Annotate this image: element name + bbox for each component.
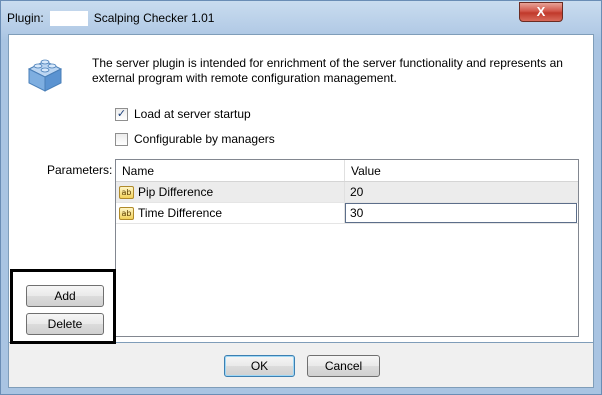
title-prefix: Plugin: — [7, 11, 44, 25]
parameter-value: 20 — [350, 185, 364, 199]
parameter-name: Time Difference — [138, 206, 223, 220]
column-header-name[interactable]: Name — [116, 160, 345, 181]
lego-block-icon — [27, 59, 63, 92]
plugin-description: The server plugin is intended for enrich… — [92, 56, 563, 85]
window-title: Plugin: Scalping Checker 1.01 — [7, 11, 215, 27]
close-icon: X — [536, 4, 546, 19]
parameter-name-cell[interactable]: ab Pip Difference — [116, 182, 345, 202]
close-button[interactable]: X — [519, 2, 563, 22]
table-row[interactable]: ab Time Difference — [116, 203, 578, 224]
configurable-by-managers-checkbox[interactable] — [115, 132, 128, 146]
parameters-label: Parameters: — [47, 163, 113, 177]
parameter-value-cell[interactable]: 20 — [345, 182, 578, 202]
parameter-value-input[interactable] — [345, 203, 577, 223]
redacted-block — [49, 11, 88, 27]
title-bar[interactable]: Plugin: Scalping Checker 1.01 X — [1, 1, 601, 35]
configurable-by-managers-label: Configurable by managers — [134, 132, 275, 146]
parameter-value-cell[interactable] — [345, 203, 578, 223]
parameter-name: Pip Difference — [138, 185, 214, 199]
configurable-by-managers-option[interactable]: Configurable by managers — [115, 131, 275, 147]
load-at-startup-option[interactable]: ✓ Load at server startup — [115, 106, 251, 122]
dialog-footer: OK Cancel — [8, 343, 594, 388]
table-row[interactable]: ab Pip Difference 20 — [116, 182, 578, 203]
load-at-startup-checkbox[interactable]: ✓ — [115, 107, 128, 121]
parameter-name-cell[interactable]: ab Time Difference — [116, 203, 345, 223]
highlight-frame — [10, 269, 116, 344]
string-type-icon: ab — [119, 185, 134, 199]
cancel-button[interactable]: Cancel — [307, 355, 380, 377]
ok-button[interactable]: OK — [224, 355, 295, 377]
string-type-icon: ab — [119, 206, 134, 220]
grid-header: Name Value — [116, 160, 578, 182]
column-header-value[interactable]: Value — [345, 160, 578, 181]
load-at-startup-label: Load at server startup — [134, 107, 251, 121]
parameters-grid[interactable]: Name Value ab Pip Difference 20 ab Time … — [115, 159, 579, 337]
plugin-name: Scalping Checker 1.01 — [93, 11, 215, 25]
plugin-dialog: Plugin: Scalping Checker 1.01 X The serve… — [0, 0, 602, 395]
